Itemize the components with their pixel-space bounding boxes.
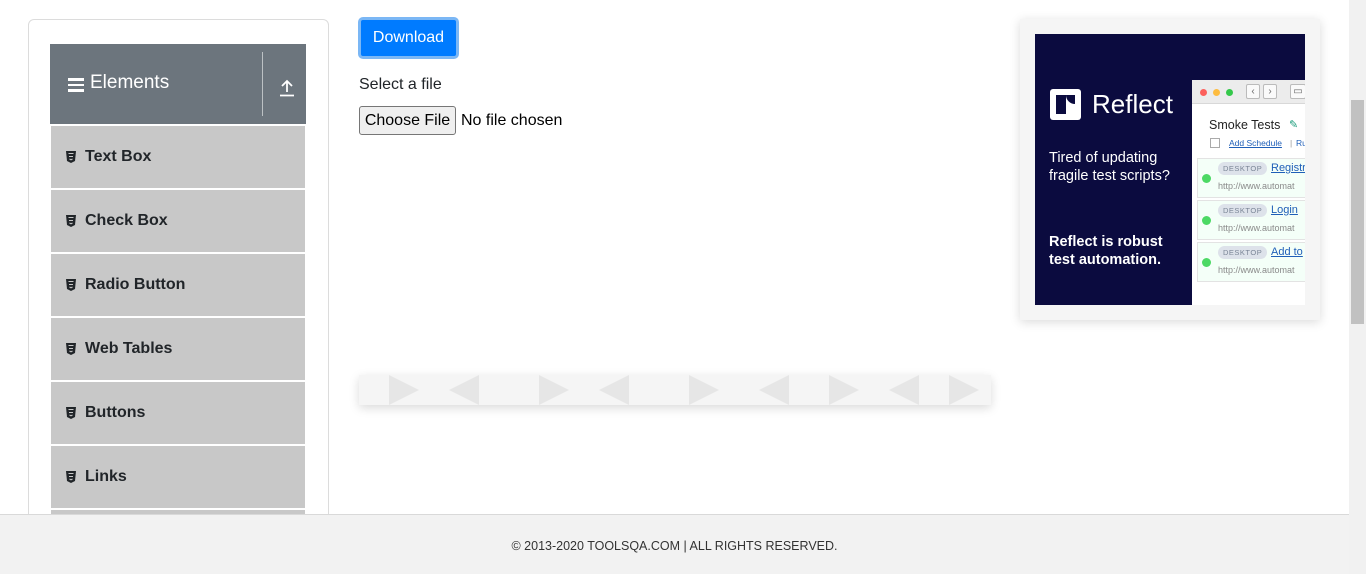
sidebar-item-radio-button[interactable]: Radio Button [51, 254, 305, 316]
html5-icon [66, 471, 76, 483]
advertisement-frame[interactable]: Reflect Tired of updating fragile test s… [1020, 19, 1320, 320]
collapse-arrow-icon[interactable] [279, 79, 295, 97]
left-panel: Elements Text Box Check Box Radio Button… [28, 19, 329, 539]
sidebar-item-label: Links [85, 468, 127, 485]
mock-test-tag: DESKTOP [1218, 162, 1268, 175]
header-divider [262, 52, 263, 116]
html5-icon [66, 407, 76, 419]
mock-suite-title: Smoke Tests [1209, 118, 1281, 132]
status-dot-icon [1202, 174, 1211, 183]
page-footer: © 2013-2020 TOOLSQA.COM | ALL RIGHTS RES… [0, 514, 1349, 574]
chevron-right-icon: › [1263, 84, 1277, 99]
html5-icon [66, 151, 76, 163]
choose-file-button[interactable]: Choose File [359, 106, 456, 135]
ad-tagline: Tired of updating fragile test scripts? [1049, 150, 1170, 184]
sidebar-item-web-tables[interactable]: Web Tables [51, 318, 305, 380]
copyright-text: © 2013-2020 TOOLSQA.COM | ALL RIGHTS RES… [511, 539, 838, 553]
scrollbar-thumb[interactable] [1351, 100, 1364, 324]
html5-icon [66, 279, 76, 291]
banner-ad-placeholder[interactable] [359, 375, 991, 405]
sidebar-toggle-icon: ▭ [1290, 84, 1305, 99]
mock-test-row: DESKTOP Registr http://www.automat [1197, 158, 1305, 198]
mock-test-row: DESKTOP Add to http://www.automat [1197, 242, 1305, 282]
vertical-scrollbar[interactable] [1349, 0, 1366, 574]
status-dot-icon [1202, 216, 1211, 225]
banner-pattern [389, 375, 979, 405]
sidebar-item-links[interactable]: Links [51, 446, 305, 508]
mock-test-tag: DESKTOP [1218, 246, 1268, 259]
mock-test-name: Add to [1271, 246, 1303, 258]
elements-group-header[interactable]: Elements [50, 44, 306, 124]
minimize-dot-icon [1213, 89, 1220, 96]
mock-test-name: Login [1271, 204, 1298, 216]
chevron-left-icon: ‹ [1246, 84, 1260, 99]
status-dot-icon [1202, 258, 1211, 267]
mock-separator: | [1290, 138, 1293, 148]
ad-mock-window: ‹ › ▭ Smoke Tests ✎ Add Schedule | Ru DE… [1192, 80, 1305, 305]
mock-run-link: Ru [1296, 138, 1305, 148]
maximize-dot-icon [1226, 89, 1233, 96]
reflect-logo-icon [1050, 89, 1081, 120]
sidebar-item-check-box[interactable]: Check Box [51, 190, 305, 252]
mock-test-name: Registr [1271, 162, 1305, 174]
pencil-icon: ✎ [1289, 119, 1299, 131]
sidebar-item-label: Check Box [85, 212, 168, 229]
ad-slogan: Reflect is robust test automation. [1049, 234, 1163, 268]
html5-icon [66, 343, 76, 355]
sidebar-item-buttons[interactable]: Buttons [51, 382, 305, 444]
mock-test-url: http://www.automat [1218, 223, 1295, 233]
html5-icon [66, 215, 76, 227]
mock-test-row: DESKTOP Login http://www.automat [1197, 200, 1305, 240]
close-dot-icon [1200, 89, 1207, 96]
reflect-ad[interactable]: Reflect Tired of updating fragile test s… [1035, 34, 1305, 305]
elements-menu-list: Text Box Check Box Radio Button Web Tabl… [51, 126, 305, 538]
mock-add-schedule-link: Add Schedule [1229, 138, 1282, 148]
sidebar-item-label: Web Tables [85, 340, 173, 357]
mock-test-url: http://www.automat [1218, 181, 1295, 191]
mock-test-url: http://www.automat [1218, 265, 1295, 275]
group-title: Elements [90, 72, 170, 93]
sidebar-item-text-box[interactable]: Text Box [51, 126, 305, 188]
calendar-icon [1210, 138, 1220, 148]
download-button[interactable]: Download [358, 17, 459, 59]
file-status-text: No file chosen [461, 111, 563, 129]
file-upload-input[interactable]: Choose File No file chosen [359, 106, 562, 135]
sidebar-item-label: Radio Button [85, 276, 186, 293]
mock-test-tag: DESKTOP [1218, 204, 1268, 217]
sidebar-item-label: Text Box [85, 148, 152, 165]
ad-brand-name: Reflect [1092, 89, 1173, 119]
sidebar-item-label: Buttons [85, 404, 146, 421]
mock-titlebar: ‹ › ▭ [1192, 80, 1305, 104]
hamburger-icon [68, 78, 84, 92]
select-file-label: Select a file [359, 76, 442, 93]
